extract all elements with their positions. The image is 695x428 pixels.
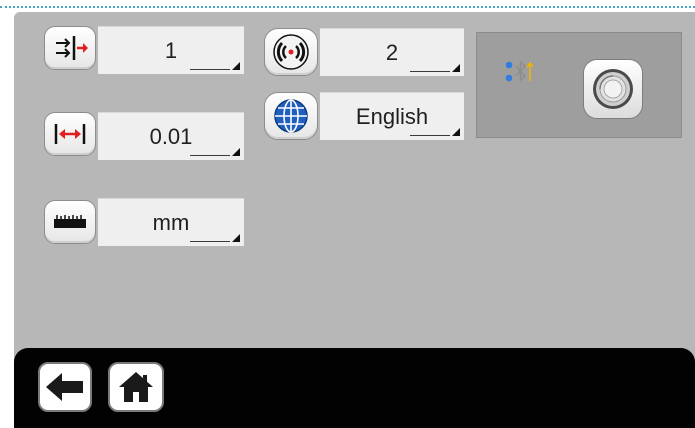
field-underline — [190, 69, 230, 70]
unit-field[interactable]: mm — [98, 198, 244, 246]
field-underline — [190, 241, 230, 242]
field-underline — [410, 135, 450, 136]
top-border — [0, 6, 695, 8]
dropdown-corner-icon — [232, 234, 240, 242]
language-field[interactable]: English — [320, 92, 464, 140]
ruler-icon[interactable] — [44, 200, 96, 244]
step-direction-value: 1 — [164, 37, 178, 63]
signal-field[interactable]: 2 — [320, 28, 464, 76]
wireless-signal-icon[interactable] — [264, 28, 318, 76]
signal-value: 2 — [385, 39, 399, 65]
globe-icon[interactable] — [264, 92, 318, 140]
back-button[interactable] — [38, 362, 92, 412]
field-underline — [190, 155, 230, 156]
unit-value: mm — [152, 209, 190, 235]
field-underline — [410, 71, 450, 72]
resolution-value: 0.01 — [149, 123, 193, 149]
dropdown-corner-icon — [232, 62, 240, 70]
dropdown-corner-icon — [452, 128, 460, 136]
step-direction-field[interactable]: 1 — [98, 26, 244, 74]
dropdown-corner-icon — [232, 148, 240, 156]
back-arrow-icon — [46, 373, 83, 401]
arrows-to-line-icon[interactable] — [44, 26, 96, 70]
home-button[interactable] — [108, 362, 164, 412]
resolution-field[interactable]: 0.01 — [98, 112, 244, 160]
dropdown-corner-icon — [452, 64, 460, 72]
bottom-navigation-bar — [14, 348, 695, 428]
pairing-knob-icon — [593, 69, 633, 109]
language-value: English — [355, 103, 429, 129]
bluetooth-icon — [505, 60, 534, 82]
double-arrow-width-icon[interactable] — [44, 112, 96, 156]
pairing-button[interactable] — [583, 59, 643, 119]
bluetooth-panel — [476, 32, 682, 138]
home-icon — [119, 372, 153, 402]
